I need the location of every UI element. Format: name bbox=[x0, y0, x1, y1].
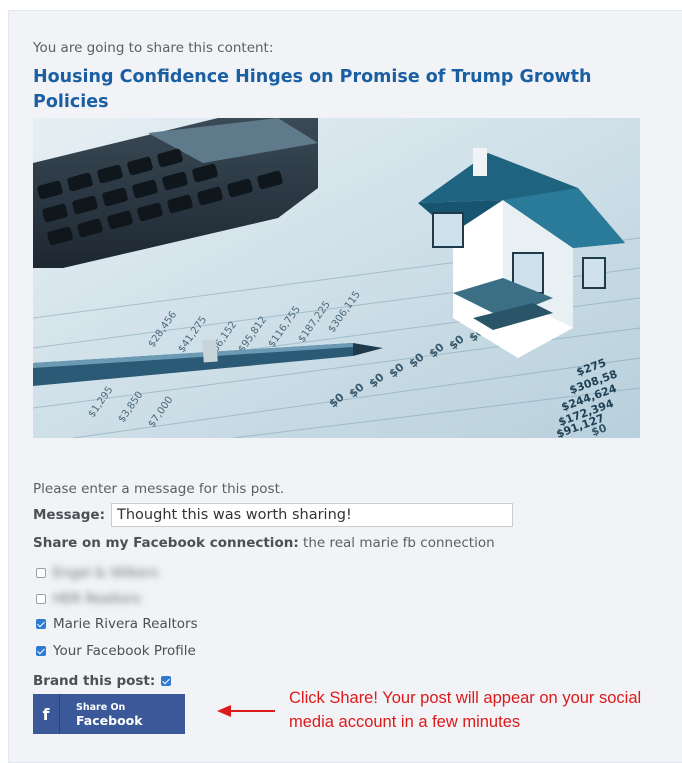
share-instruction: Click Share! Your post will appear on yo… bbox=[289, 689, 642, 731]
account-option[interactable]: Marie Rivera Realtors bbox=[36, 616, 198, 632]
brand-checkbox[interactable] bbox=[161, 676, 172, 686]
connection-label: Share on my Facebook connection: bbox=[33, 535, 299, 551]
share-on-facebook-button[interactable]: f Share On Facebook bbox=[33, 694, 185, 734]
share-intro: You are going to share this content: bbox=[33, 40, 274, 56]
facebook-f-icon: f bbox=[33, 694, 60, 734]
share-button-big: Facebook bbox=[76, 713, 143, 728]
article-title[interactable]: Housing Confidence Hinges on Promise of … bbox=[33, 65, 633, 115]
message-prompt: Please enter a message for this post. bbox=[33, 481, 285, 497]
account-checkbox[interactable] bbox=[36, 594, 46, 604]
account-label: Your Facebook Profile bbox=[53, 643, 196, 659]
message-input[interactable] bbox=[111, 503, 513, 527]
account-option[interactable]: HER Realtors bbox=[36, 591, 141, 607]
account-option[interactable]: Your Facebook Profile bbox=[36, 643, 196, 659]
message-label: Message: bbox=[33, 507, 105, 523]
facebook-connection: Share on my Facebook connection: the rea… bbox=[33, 535, 495, 551]
account-checkbox[interactable] bbox=[36, 619, 46, 629]
brand-option: Brand this post: bbox=[33, 673, 172, 689]
article-image: $28,456 $41,275 $66,152 $95,812 $116,755… bbox=[33, 118, 640, 438]
account-label: HER Realtors bbox=[53, 591, 141, 607]
brand-label: Brand this post: bbox=[33, 673, 156, 689]
share-button-text: Share On Facebook bbox=[60, 694, 185, 734]
account-checkbox[interactable] bbox=[36, 646, 46, 656]
arrow-left-icon bbox=[217, 705, 275, 717]
message-row: Message: bbox=[33, 502, 513, 528]
account-checkbox[interactable] bbox=[36, 568, 46, 578]
account-option[interactable]: Engel & Völkers bbox=[36, 565, 158, 581]
account-label: Engel & Völkers bbox=[53, 565, 159, 581]
connection-name: the real marie fb connection bbox=[303, 535, 495, 551]
account-label: Marie Rivera Realtors bbox=[53, 616, 198, 632]
